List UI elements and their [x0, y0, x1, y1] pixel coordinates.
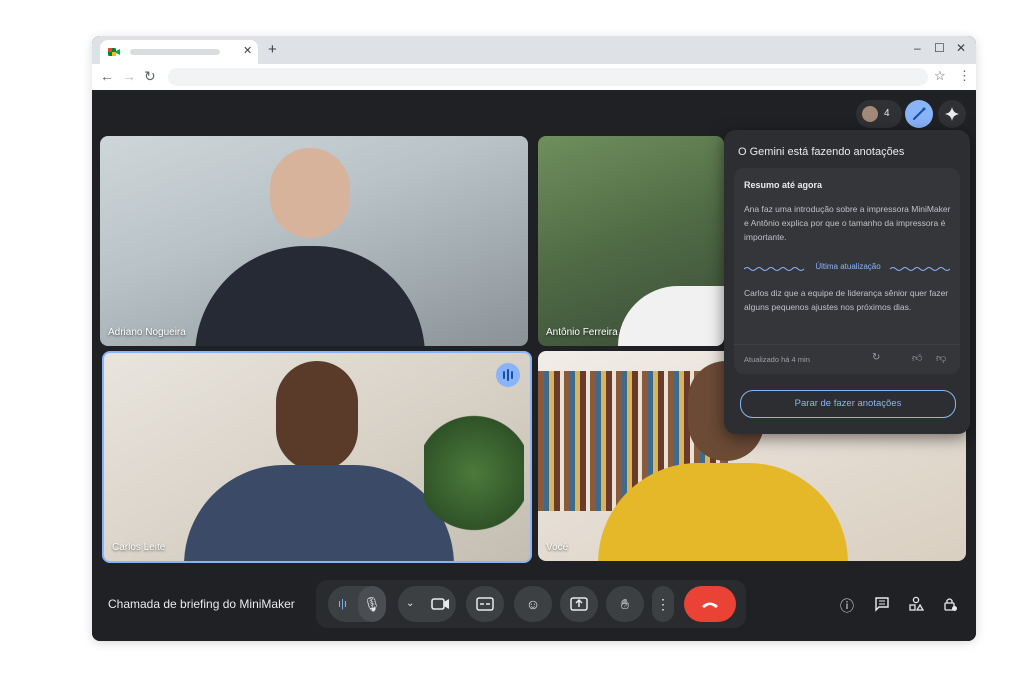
host-controls-icon[interactable] — [942, 596, 958, 612]
participant-name: Você — [546, 542, 569, 553]
meeting-info-icon[interactable]: ⓘ — [840, 596, 854, 616]
gemini-notes-panel: O Gemini está fazendo anotações Resumo a… — [724, 130, 970, 434]
chevron-down-icon[interactable]: ⌄ — [406, 586, 414, 622]
reactions-button[interactable]: ☺ — [514, 586, 552, 622]
summary-text: Ana faz uma introdução sobre a impressor… — [744, 204, 951, 242]
panel-title: O Gemini está fazendo anotações — [738, 146, 905, 158]
participants-button[interactable]: 4 — [856, 100, 902, 128]
participant-avatars-icon — [862, 106, 878, 122]
new-tab-button[interactable]: + — [268, 41, 277, 58]
meet-area: 4 Adriano Nogueira Antônio Ferreira Carl… — [92, 90, 976, 641]
plant-decoration — [424, 393, 524, 553]
audio-level-icon: ı|ı — [338, 598, 347, 610]
divider-label: Última atualização — [808, 262, 888, 271]
more-options-button[interactable]: ⋮ — [652, 586, 674, 622]
pen-sparkle-icon — [913, 107, 926, 120]
camera-icon[interactable] — [426, 586, 456, 622]
thumbs-down-icon[interactable]: 👎︎ — [936, 352, 946, 364]
participant-count: 4 — [884, 108, 890, 119]
card-separator — [734, 344, 960, 345]
bookmark-star-icon[interactable]: ☆ — [934, 68, 946, 84]
update-text: Carlos diz que a equipe de liderança sên… — [744, 288, 949, 312]
url-input[interactable] — [168, 68, 928, 86]
activities-icon[interactable] — [908, 596, 924, 612]
summary-card: Resumo até agora Ana faz uma introdução … — [734, 168, 960, 374]
participant-name: Adriano Nogueira — [108, 327, 186, 338]
last-update-divider: Última atualização — [744, 262, 950, 274]
thumbs-up-icon[interactable]: 👍︎ — [912, 352, 922, 364]
tab-bar: ✕ + – ☐ ✕ — [92, 36, 976, 64]
participant-body — [184, 465, 454, 561]
video-tile-antonio[interactable]: Antônio Ferreira — [538, 136, 724, 346]
captions-icon — [476, 597, 494, 611]
present-screen-icon — [570, 597, 588, 611]
gemini-button[interactable] — [938, 100, 966, 128]
leave-call-button[interactable] — [684, 586, 736, 622]
end-call-icon — [702, 602, 718, 608]
maximize-button[interactable]: ☐ — [934, 41, 945, 55]
hand-icon: ✋︎ — [621, 596, 629, 612]
video-tile-adriano[interactable]: Adriano Nogueira — [100, 136, 528, 346]
close-window-button[interactable]: ✕ — [956, 41, 966, 55]
take-notes-button[interactable] — [905, 100, 933, 128]
microphone-icon[interactable]: 🎙︎ — [358, 586, 386, 622]
tab-close-icon[interactable]: ✕ — [243, 44, 252, 57]
video-tile-carlos[interactable]: Carlos Leite — [102, 351, 532, 563]
participant-name: Carlos Leite — [112, 542, 166, 553]
meeting-title: Chamada de briefing do MiniMaker — [108, 597, 295, 611]
refresh-icon[interactable]: ↻ — [872, 352, 880, 363]
browser-tab[interactable]: ✕ — [100, 40, 258, 64]
meet-favicon-icon — [108, 46, 120, 58]
minimize-button[interactable]: – — [914, 41, 921, 55]
video-button[interactable]: ⌄ — [398, 586, 456, 622]
gemini-sparkle-icon — [945, 107, 959, 121]
browser-window: ✕ + – ☐ ✕ ← → ↻ ☆ ⋮ 4 Adriano Nogueira A… — [92, 36, 976, 641]
reload-icon[interactable]: ↻ — [144, 68, 156, 85]
participant-body — [195, 246, 425, 346]
back-arrow-icon[interactable]: ← — [100, 68, 114, 84]
participant-name: Antônio Ferreira — [546, 327, 618, 338]
browser-menu-icon[interactable]: ⋮ — [958, 68, 971, 84]
emoji-icon: ☺ — [525, 596, 541, 612]
forward-arrow-icon[interactable]: → — [122, 68, 136, 84]
tab-title-placeholder — [130, 49, 220, 55]
participant-head — [276, 361, 358, 471]
raise-hand-button[interactable]: ✋︎ — [606, 586, 644, 622]
captions-button[interactable] — [466, 586, 504, 622]
stop-taking-notes-button[interactable]: Parar de fazer anotações — [740, 390, 956, 418]
chat-icon[interactable] — [874, 596, 890, 612]
address-bar: ← → ↻ ☆ ⋮ — [92, 64, 976, 91]
audio-button[interactable]: ı|ı 🎙︎ — [328, 586, 386, 622]
participant-head — [270, 148, 350, 238]
updated-time: Atualizado há 4 min — [744, 355, 810, 364]
speaking-indicator-icon — [496, 363, 520, 387]
participant-body — [618, 286, 724, 346]
present-button[interactable] — [560, 586, 598, 622]
summary-heading: Resumo até agora — [744, 180, 823, 190]
more-vert-icon: ⋮ — [656, 596, 670, 612]
meeting-controls-bar: Chamada de briefing do MiniMaker ı|ı 🎙︎ … — [92, 574, 976, 641]
